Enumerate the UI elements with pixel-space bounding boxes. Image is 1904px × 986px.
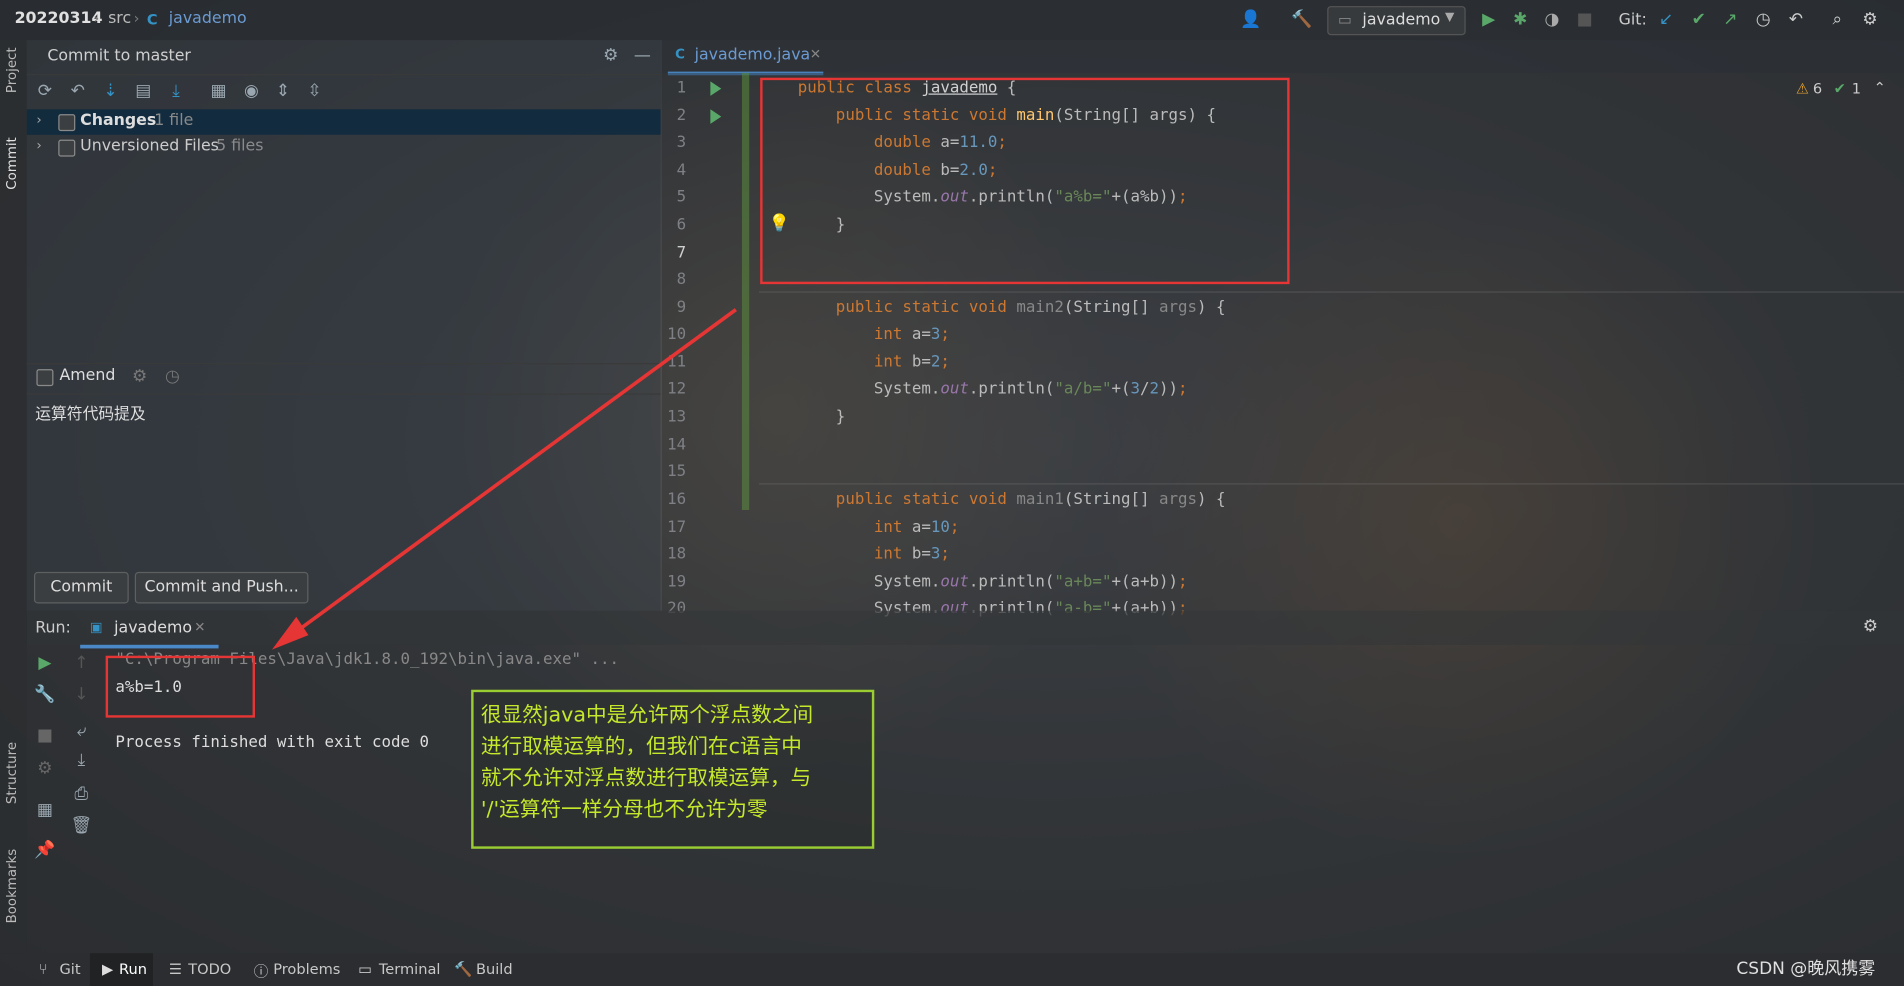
note-line: '/'运算符一样分母也不允许为零 [480, 797, 768, 823]
note-line: 进行取模运算的，但我们在c语言中 [480, 734, 802, 759]
annotation-note: 很显然java中是允许两个浮点数之间 进行取模运算的，但我们在c语言中 就不允许… [471, 689, 875, 849]
watermark: CSDN @晚风携雾 [1736, 959, 1876, 979]
annotation-arrow [272, 308, 737, 650]
note-line: 就不允许对浮点数进行取模运算，与 [480, 766, 812, 791]
ide-window: 20220314 › src › C javademo 👤 🔨 ▭ javade… [0, 0, 1904, 986]
note-line: 很显然java中是允许两个浮点数之间 [480, 703, 814, 728]
